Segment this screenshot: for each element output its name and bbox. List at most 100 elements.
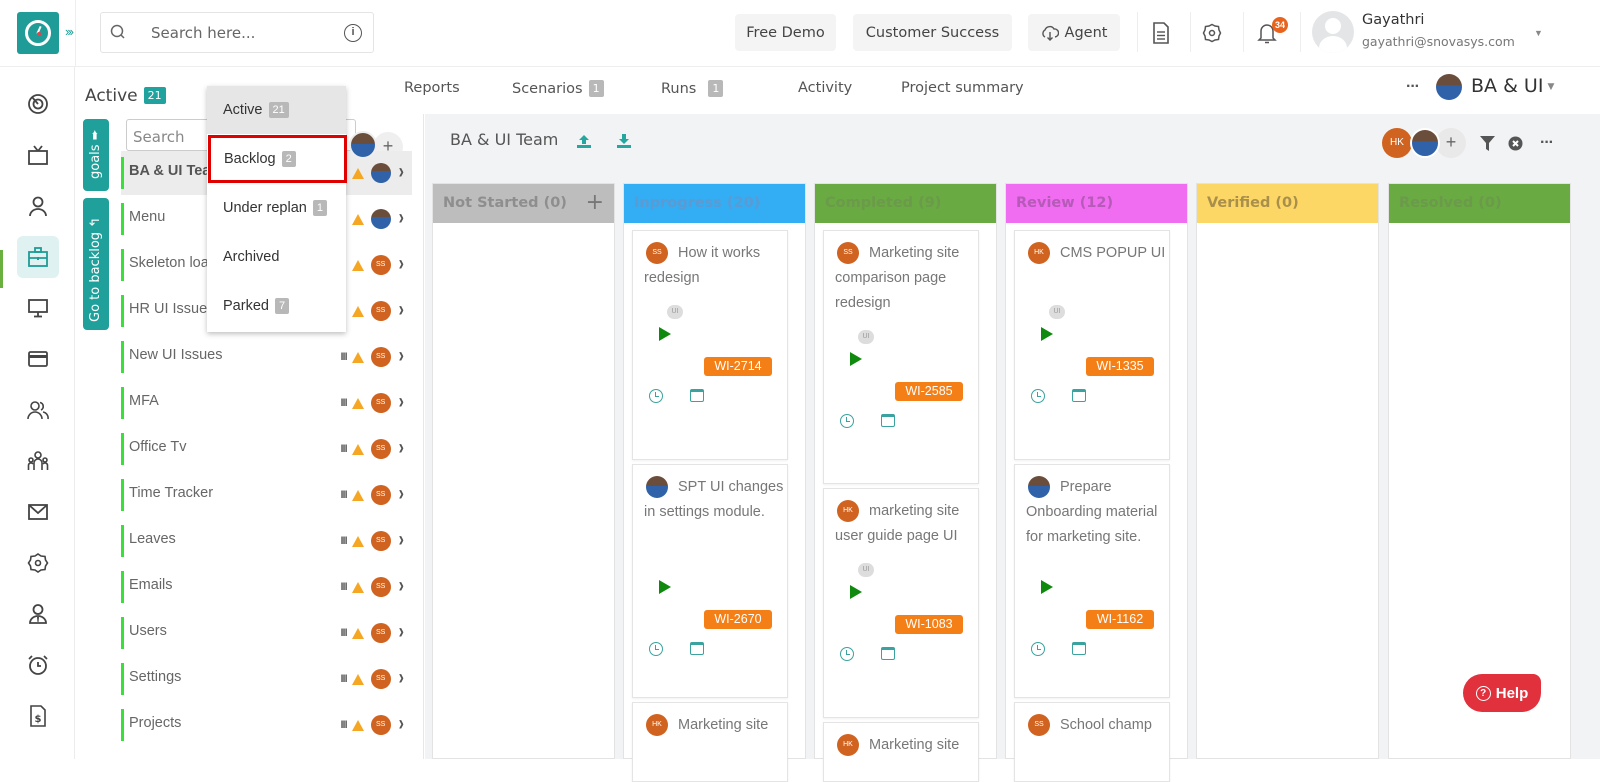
- project-row[interactable]: New UI Issues III SS ›: [121, 335, 412, 379]
- chevron-right-icon[interactable]: ›: [399, 253, 404, 276]
- start-timer-icon[interactable]: [1041, 327, 1053, 341]
- task-card[interactable]: SPT UI changes in settings module. WI-267…: [632, 464, 788, 698]
- start-timer-icon[interactable]: [659, 327, 671, 341]
- nav-settings[interactable]: [17, 542, 59, 584]
- task-card[interactable]: SS School champ: [1014, 702, 1170, 782]
- tab-project-summary[interactable]: Project summary: [901, 80, 1024, 102]
- app-logo[interactable]: [17, 12, 59, 54]
- calendar-edit-icon[interactable]: [881, 647, 895, 660]
- tab-runs[interactable]: Runs 1: [661, 80, 724, 102]
- free-demo-button[interactable]: Free Demo: [735, 14, 836, 51]
- help-button[interactable]: ? Help: [1463, 674, 1541, 712]
- work-item-id-badge[interactable]: WI-2585: [895, 382, 963, 401]
- work-item-id-badge[interactable]: WI-1335: [1086, 357, 1154, 376]
- chevron-right-icon[interactable]: ›: [399, 207, 404, 230]
- project-row[interactable]: Office Tv III SS ›: [121, 427, 412, 471]
- project-row[interactable]: Projects III SS ›: [121, 703, 412, 747]
- project-row[interactable]: MFA III SS ›: [121, 381, 412, 425]
- board-more-icon[interactable]: ···: [1540, 134, 1554, 152]
- chevron-right-icon[interactable]: ›: [399, 621, 404, 644]
- upload-icon[interactable]: [576, 133, 592, 149]
- clock-icon[interactable]: [649, 642, 663, 656]
- chevron-right-icon[interactable]: ›: [399, 713, 404, 736]
- chevron-right-icon[interactable]: ›: [399, 391, 404, 414]
- more-options-icon[interactable]: ···: [1406, 78, 1420, 96]
- work-item-id-badge[interactable]: WI-1162: [1086, 610, 1154, 629]
- nav-monitor[interactable]: [17, 287, 59, 329]
- chevron-right-icon[interactable]: ›: [399, 437, 404, 460]
- project-status-filter[interactable]: Active 21: [85, 86, 166, 106]
- nav-invoice[interactable]: $: [17, 695, 59, 737]
- nav-profile[interactable]: [17, 593, 59, 635]
- start-timer-icon[interactable]: [850, 585, 862, 599]
- task-card[interactable]: HK CMS POPUP UI UI WI-1335: [1014, 230, 1170, 460]
- agent-button[interactable]: Agent: [1028, 14, 1120, 51]
- team-selector[interactable]: BA & UI ▼: [1471, 75, 1554, 97]
- chevron-right-icon[interactable]: ›: [399, 575, 404, 598]
- project-row[interactable]: Emails III SS ›: [121, 565, 412, 609]
- status-option-active[interactable]: Active 21: [207, 86, 346, 134]
- nav-tv[interactable]: [17, 134, 59, 176]
- project-row[interactable]: Settings III SS ›: [121, 657, 412, 701]
- nav-dashboard[interactable]: [17, 83, 59, 125]
- clock-icon[interactable]: [840, 647, 854, 661]
- start-timer-icon[interactable]: [850, 352, 862, 366]
- add-task-button[interactable]: +: [586, 190, 604, 215]
- chevron-right-icon[interactable]: ›: [399, 483, 404, 506]
- download-icon[interactable]: [616, 133, 632, 149]
- work-item-id-badge[interactable]: WI-1083: [895, 615, 963, 634]
- work-item-id-badge[interactable]: WI-2670: [704, 610, 772, 629]
- project-row[interactable]: Users III SS ›: [121, 611, 412, 655]
- project-row[interactable]: Leaves III SS ›: [121, 519, 412, 563]
- go-to-backlog-pill[interactable]: Go to backlog ↰: [83, 198, 109, 330]
- status-option-archived[interactable]: Archived: [207, 233, 346, 281]
- chevron-right-icon[interactable]: ›: [399, 299, 404, 322]
- nav-billing[interactable]: [17, 338, 59, 380]
- task-card[interactable]: HK Marketing site: [823, 722, 979, 782]
- task-card[interactable]: HK Marketing site: [632, 702, 788, 782]
- chevron-right-icon[interactable]: ›: [399, 667, 404, 690]
- member-avatar-hk[interactable]: HK: [1382, 128, 1412, 158]
- clock-icon[interactable]: [649, 389, 663, 403]
- info-icon[interactable]: i: [344, 24, 362, 42]
- calendar-edit-icon[interactable]: [881, 414, 895, 427]
- calendar-edit-icon[interactable]: [690, 642, 704, 655]
- nav-alarm[interactable]: [17, 644, 59, 686]
- task-card[interactable]: Prepare Onboarding material for marketin…: [1014, 464, 1170, 698]
- clock-icon[interactable]: [840, 414, 854, 428]
- status-option-parked[interactable]: Parked 7: [207, 282, 346, 330]
- calendar-edit-icon[interactable]: [1072, 642, 1086, 655]
- clock-icon[interactable]: [1031, 389, 1045, 403]
- customer-success-button[interactable]: Customer Success: [853, 14, 1012, 51]
- task-card[interactable]: SS Marketing site comparison page redesig…: [823, 230, 979, 484]
- chevron-right-icon[interactable]: ›: [399, 161, 404, 184]
- nav-user[interactable]: [17, 185, 59, 227]
- user-avatar[interactable]: [1312, 11, 1354, 53]
- work-item-id-badge[interactable]: WI-2714: [704, 357, 772, 376]
- chevron-right-icon[interactable]: ›: [399, 345, 404, 368]
- start-timer-icon[interactable]: [659, 580, 671, 594]
- task-card[interactable]: SS How it works redesign UI WI-2714: [632, 230, 788, 460]
- nav-mail[interactable]: [17, 491, 59, 533]
- goals-pill[interactable]: goals ➨: [83, 119, 109, 191]
- settings-button[interactable]: [1197, 18, 1227, 48]
- document-button[interactable]: [1146, 18, 1176, 48]
- add-board-member-button[interactable]: +: [1436, 128, 1466, 158]
- task-card[interactable]: HK marketing site user guide page UI UI WI-…: [823, 488, 979, 718]
- nav-projects[interactable]: [17, 236, 59, 278]
- chevron-right-icon[interactable]: ›: [399, 529, 404, 552]
- tab-scenarios[interactable]: Scenarios 1: [512, 80, 604, 102]
- tab-reports[interactable]: Reports: [404, 80, 460, 102]
- clock-icon[interactable]: [1031, 642, 1045, 656]
- filter-icon[interactable]: [1480, 136, 1495, 151]
- nav-people[interactable]: [17, 440, 59, 482]
- member-avatar[interactable]: [349, 131, 377, 159]
- status-option-under-replan[interactable]: Under replan 1: [207, 184, 346, 232]
- expand-menu-icon[interactable]: ›››: [65, 24, 74, 39]
- clear-filter-icon[interactable]: [1508, 136, 1523, 151]
- status-option-backlog[interactable]: Backlog 2: [208, 135, 347, 183]
- nav-team[interactable]: [17, 389, 59, 431]
- calendar-edit-icon[interactable]: [690, 389, 704, 402]
- search-input[interactable]: [151, 22, 331, 44]
- tab-activity[interactable]: Activity: [798, 80, 852, 102]
